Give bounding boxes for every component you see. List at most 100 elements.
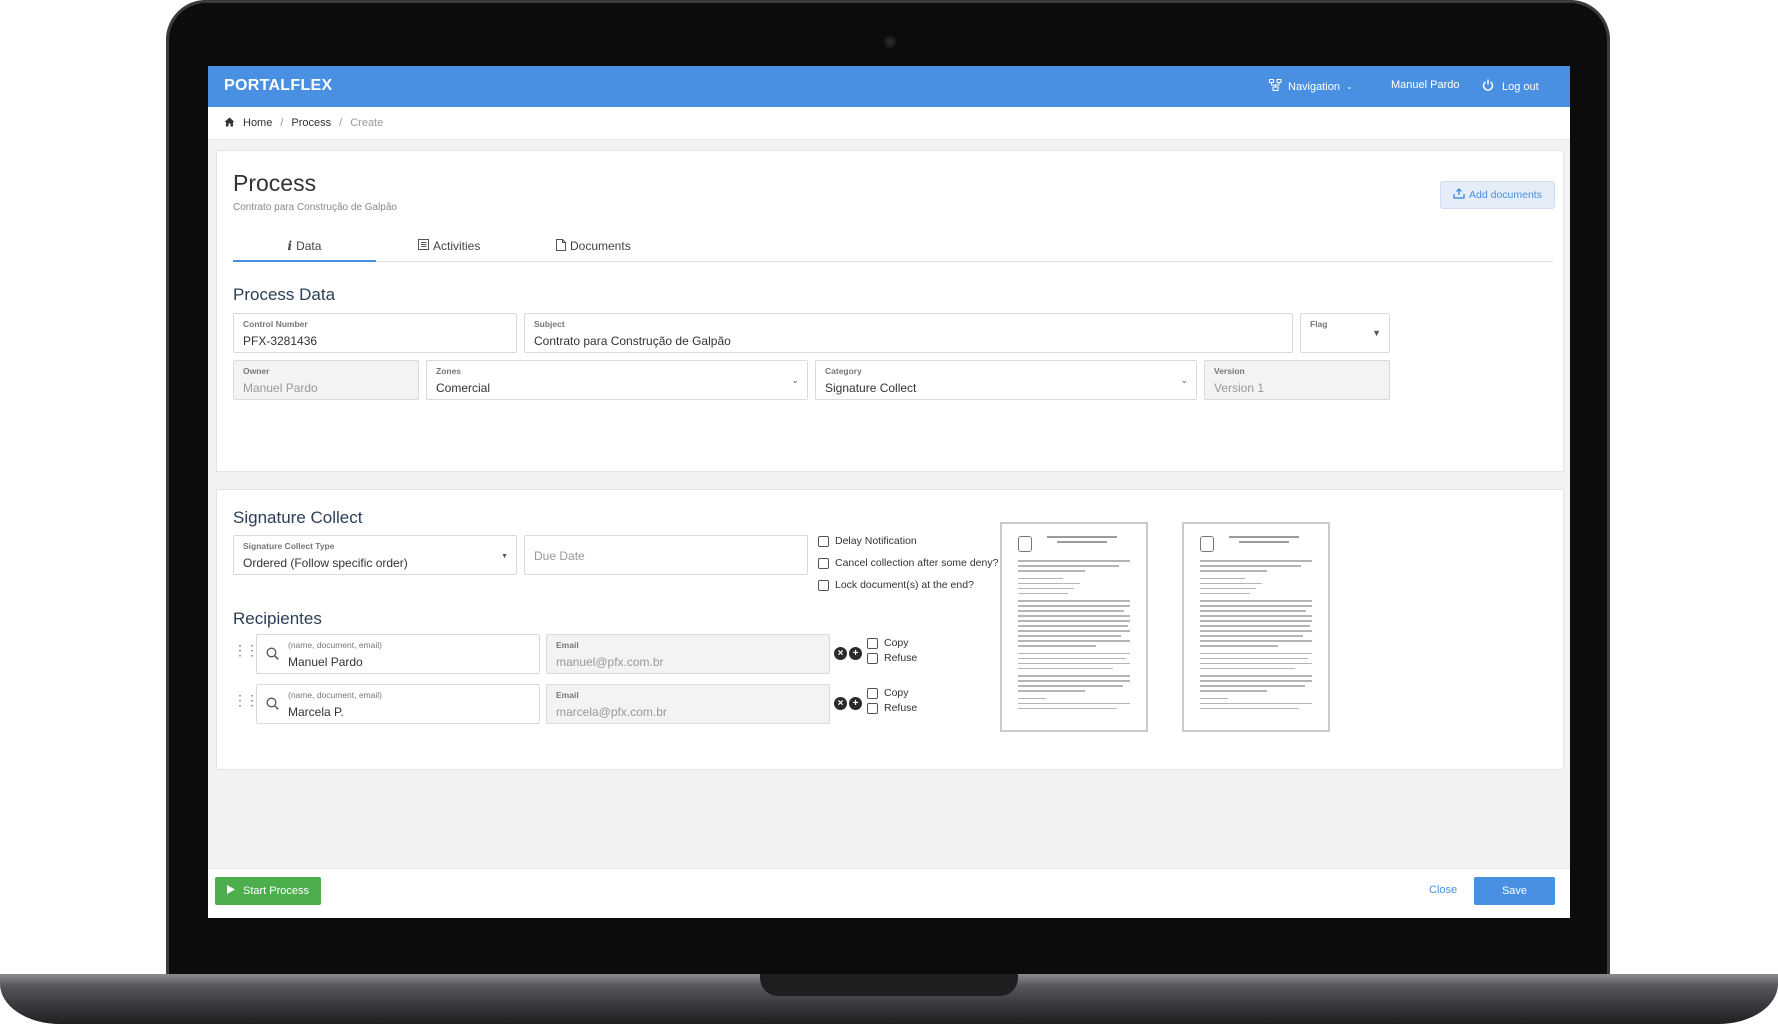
field-value: Comercial	[436, 381, 491, 395]
save-button[interactable]: Save	[1474, 877, 1555, 905]
breadcrumb: Home / Process / Create	[208, 107, 1570, 140]
field-label: (name, document, email)	[288, 640, 383, 650]
breadcrumb-separator: /	[339, 117, 343, 129]
close-button[interactable]: Close	[1429, 884, 1457, 896]
page-subtitle: Contrato para Construção de Galpão	[233, 202, 397, 213]
caret-down-icon: ▼	[501, 553, 508, 560]
app-logo[interactable]: PORTALFLEX	[224, 77, 332, 95]
checkbox-label: Refuse	[884, 702, 918, 714]
zones-select[interactable]: Zones Comercial ⌄	[426, 360, 808, 400]
field-value: Contrato para Construção de Galpão	[534, 334, 731, 348]
breadcrumb-separator: /	[280, 117, 284, 129]
signature-collect-type-select[interactable]: Signature Collect Type Ordered (Follow s…	[233, 535, 517, 575]
document-thumbnail[interactable]	[1182, 522, 1330, 732]
breadcrumb-process[interactable]: Process	[291, 117, 331, 129]
checkbox-box[interactable]	[867, 652, 878, 664]
tab-label: Documents	[570, 239, 631, 253]
field-label: Signature Collect Type	[243, 541, 335, 551]
logout-label: Log out	[1502, 80, 1539, 93]
info-icon: i	[287, 238, 293, 253]
user-menu[interactable]: Manuel Pardo	[1391, 79, 1460, 91]
tab-bar: i Data Activities Documents	[233, 231, 1553, 262]
checkbox-box[interactable]	[818, 535, 829, 547]
recipients-title: Recipientes	[233, 609, 322, 628]
sitemap-icon	[1269, 79, 1282, 94]
field-label: Subject	[534, 319, 565, 329]
field-label: (name, document, email)	[288, 690, 383, 700]
power-icon	[1482, 79, 1494, 94]
drag-handle-icon[interactable]: ⋮⋮	[233, 642, 259, 659]
control-number-field[interactable]: Control Number PFX-3281436	[233, 313, 517, 353]
logout-button[interactable]: Log out	[1482, 79, 1539, 94]
delay-notification-checkbox[interactable]: Delay Notification	[818, 535, 917, 547]
laptop-notch	[760, 974, 1018, 996]
field-label: Zones	[436, 366, 462, 376]
start-process-label: Start Process	[242, 885, 310, 897]
navigation-label: Navigation	[1288, 80, 1340, 93]
search-icon	[266, 697, 279, 715]
copy-checkbox[interactable]: Copy	[867, 687, 909, 699]
cancel-collection-checkbox[interactable]: Cancel collection after some deny?	[818, 557, 998, 569]
tab-data[interactable]: i Data	[233, 231, 376, 262]
lock-documents-checkbox[interactable]: Lock document(s) at the end?	[818, 579, 974, 591]
checkbox-box[interactable]	[818, 557, 829, 569]
add-documents-button[interactable]: Add documents	[1440, 181, 1555, 209]
due-date-placeholder: Due Date	[534, 549, 585, 563]
chevron-down-icon: ⌄	[791, 375, 799, 385]
breadcrumb-home[interactable]: Home	[243, 117, 272, 129]
add-documents-label: Add documents	[1469, 189, 1542, 201]
due-date-field[interactable]: Due Date	[524, 535, 808, 575]
subject-field[interactable]: Subject Contrato para Construção de Galp…	[524, 313, 1293, 353]
field-label: Owner	[243, 366, 270, 376]
recipient-email: marcela@pfx.com.br	[556, 705, 667, 719]
tab-documents[interactable]: Documents	[556, 231, 631, 261]
checkbox-box[interactable]	[867, 637, 878, 649]
recipient-email-field: Email manuel@pfx.com.br	[546, 634, 830, 674]
checkbox-label: Delay Notification	[835, 535, 917, 547]
drag-handle-icon[interactable]: ⋮⋮	[233, 692, 259, 709]
field-value: Ordered (Follow specific order)	[243, 556, 408, 570]
recipient-search-input[interactable]: (name, document, email) Marcela P.	[256, 684, 540, 724]
recipient-search-input[interactable]: (name, document, email) Manuel Pardo	[256, 634, 540, 674]
upload-icon	[1453, 188, 1465, 202]
checkbox-box[interactable]	[818, 579, 829, 591]
field-label: Email	[556, 690, 579, 700]
recipient-name: Manuel Pardo	[288, 655, 363, 669]
flag-select[interactable]: Flag ▼	[1300, 313, 1390, 353]
search-icon	[266, 647, 279, 665]
field-value: PFX-3281436	[243, 334, 318, 348]
checkbox-label: Refuse	[884, 652, 918, 664]
home-icon[interactable]	[224, 117, 235, 130]
refuse-checkbox[interactable]: Refuse	[867, 652, 917, 664]
owner-field: Owner Manuel Pardo	[233, 360, 419, 400]
checkbox-label: Copy	[884, 687, 909, 699]
recipient-email-field: Email marcela@pfx.com.br	[546, 684, 830, 724]
navigation-menu-button[interactable]: Navigation ⌄	[1269, 79, 1353, 94]
document-header	[1224, 536, 1304, 546]
tab-activities[interactable]: Activities	[418, 231, 480, 261]
document-thumbnail[interactable]	[1000, 522, 1148, 732]
field-label: Flag	[1310, 319, 1328, 329]
document-body	[1200, 560, 1312, 713]
start-process-button[interactable]: Start Process	[215, 877, 321, 905]
page-title: Process	[233, 170, 317, 196]
category-select[interactable]: Category Signature Collect ⌄	[815, 360, 1197, 400]
recipient-name: Marcela P.	[288, 705, 344, 719]
copy-checkbox[interactable]: Copy	[867, 637, 909, 649]
version-field: Version Version 1	[1204, 360, 1390, 400]
refuse-checkbox[interactable]: Refuse	[867, 702, 917, 714]
checkbox-box[interactable]	[867, 702, 878, 714]
checkbox-box[interactable]	[867, 687, 878, 699]
document-body	[1018, 560, 1130, 713]
tab-label: Activities	[433, 239, 481, 253]
add-recipient-icon[interactable]: +	[849, 647, 862, 660]
process-card: Process Contrato para Construção de Galp…	[216, 150, 1564, 472]
field-label: Email	[556, 640, 579, 650]
field-value: Version 1	[1214, 381, 1265, 395]
add-recipient-icon[interactable]: +	[849, 697, 862, 710]
remove-recipient-icon[interactable]: ×	[834, 697, 847, 710]
caret-down-icon: ▼	[1372, 328, 1381, 338]
process-data-title: Process Data	[233, 285, 336, 304]
remove-recipient-icon[interactable]: ×	[834, 647, 847, 660]
recipient-email: manuel@pfx.com.br	[556, 655, 664, 669]
